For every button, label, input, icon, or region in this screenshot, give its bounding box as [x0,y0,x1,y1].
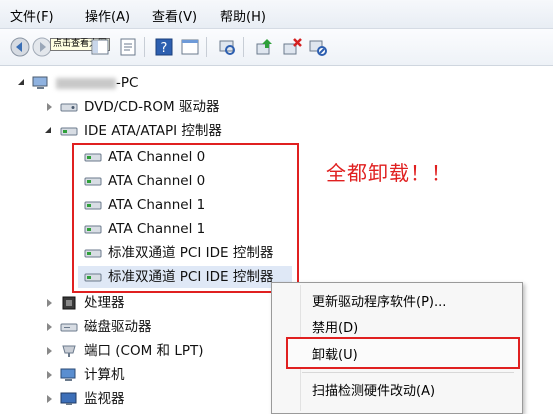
monitor-icon [60,392,77,405]
expand-arrow-icon[interactable] [45,127,51,133]
highlight-box [72,143,299,293]
view-button[interactable] [178,35,202,59]
back-arrow-icon [10,37,30,57]
tree-item-disk[interactable]: 磁盘驱动器 [0,316,260,338]
disable-button[interactable] [306,35,330,59]
scan-hardware-icon [219,40,235,55]
menu-separator [302,372,514,373]
collapsed-arrow-icon[interactable] [47,103,52,111]
ide-controller-icon [60,127,78,136]
context-menu: 更新驱动程序软件(P)... 禁用(D) 卸载(U) 扫描检测硬件改动(A) [271,282,523,414]
back-button[interactable] [8,35,32,59]
menu-bar: 文件(F) 操作(A) 查看(V) 帮助(H) [0,0,553,29]
collapsed-arrow-icon[interactable] [47,395,52,403]
tree-item-label: 计算机 [84,367,125,383]
menu-help[interactable]: 帮助(H) [220,6,266,25]
expand-arrow-icon[interactable] [18,79,24,85]
disable-icon [309,40,327,56]
menu-item-uninstall[interactable]: 卸载(U) [312,344,358,363]
tree-item-processor[interactable]: 处理器 [0,292,260,314]
menu-item-scan[interactable]: 扫描检测硬件改动(A) [312,380,435,399]
properties-button[interactable] [116,35,140,59]
update-driver-icon [256,39,272,55]
toolbar: 点击查看大图 ? [0,29,553,66]
properties-icon [120,38,136,56]
menu-item-disable[interactable]: 禁用(D) [312,317,358,336]
tree-item-monitor[interactable]: 监视器 [0,388,260,410]
help-icon: ? [155,38,173,56]
menu-item-update-driver[interactable]: 更新驱动程序软件(P)... [312,291,446,310]
toolbar-separator [243,37,244,57]
root-label: -PC [116,75,139,91]
help-button[interactable]: ? [152,35,176,59]
collapsed-arrow-icon[interactable] [47,347,52,355]
annotation-text: 全都卸载！！ [326,161,452,185]
update-driver-button[interactable] [252,35,276,59]
tree-item-label: DVD/CD-ROM 驱动器 [84,99,220,115]
svg-text:?: ? [161,41,168,56]
uninstall-icon [283,38,302,55]
tree-item-label: 端口 (COM 和 LPT) [84,343,204,359]
tree-item-label: 处理器 [84,295,125,311]
view-window-icon [181,39,199,55]
menu-action[interactable]: 操作(A) [85,6,130,25]
processor-icon [62,296,76,310]
tree-item-ide[interactable]: IDE ATA/ATAPI 控制器 [0,120,300,142]
port-icon [62,345,76,357]
show-hide-tree-button[interactable] [88,35,112,59]
computer-icon [60,368,76,381]
scan-hardware-button[interactable] [215,35,239,59]
toolbar-separator [144,37,145,57]
computer-icon [32,76,48,89]
collapsed-arrow-icon[interactable] [47,371,52,379]
menu-view[interactable]: 查看(V) [152,6,197,25]
tree-root[interactable]: -PC [0,72,300,94]
tree-item-label: IDE ATA/ATAPI 控制器 [84,123,222,139]
disk-drive-icon [60,323,78,332]
toolbar-separator [206,37,207,57]
blurred-computer-name [56,78,116,89]
tree-item-label: 监视器 [84,391,125,407]
tree-item-label: 磁盘驱动器 [84,319,152,335]
tree-item-ports[interactable]: 端口 (COM 和 LPT) [0,340,260,362]
tree-item-dvd[interactable]: DVD/CD-ROM 驱动器 [0,96,300,118]
collapsed-arrow-icon[interactable] [47,299,52,307]
uninstall-button[interactable] [280,35,304,59]
tree-pane-icon [91,39,109,55]
dvd-drive-icon [60,103,78,112]
tree-item-computer[interactable]: 计算机 [0,364,260,386]
menu-file[interactable]: 文件(F) [10,6,54,25]
collapsed-arrow-icon[interactable] [47,323,52,331]
